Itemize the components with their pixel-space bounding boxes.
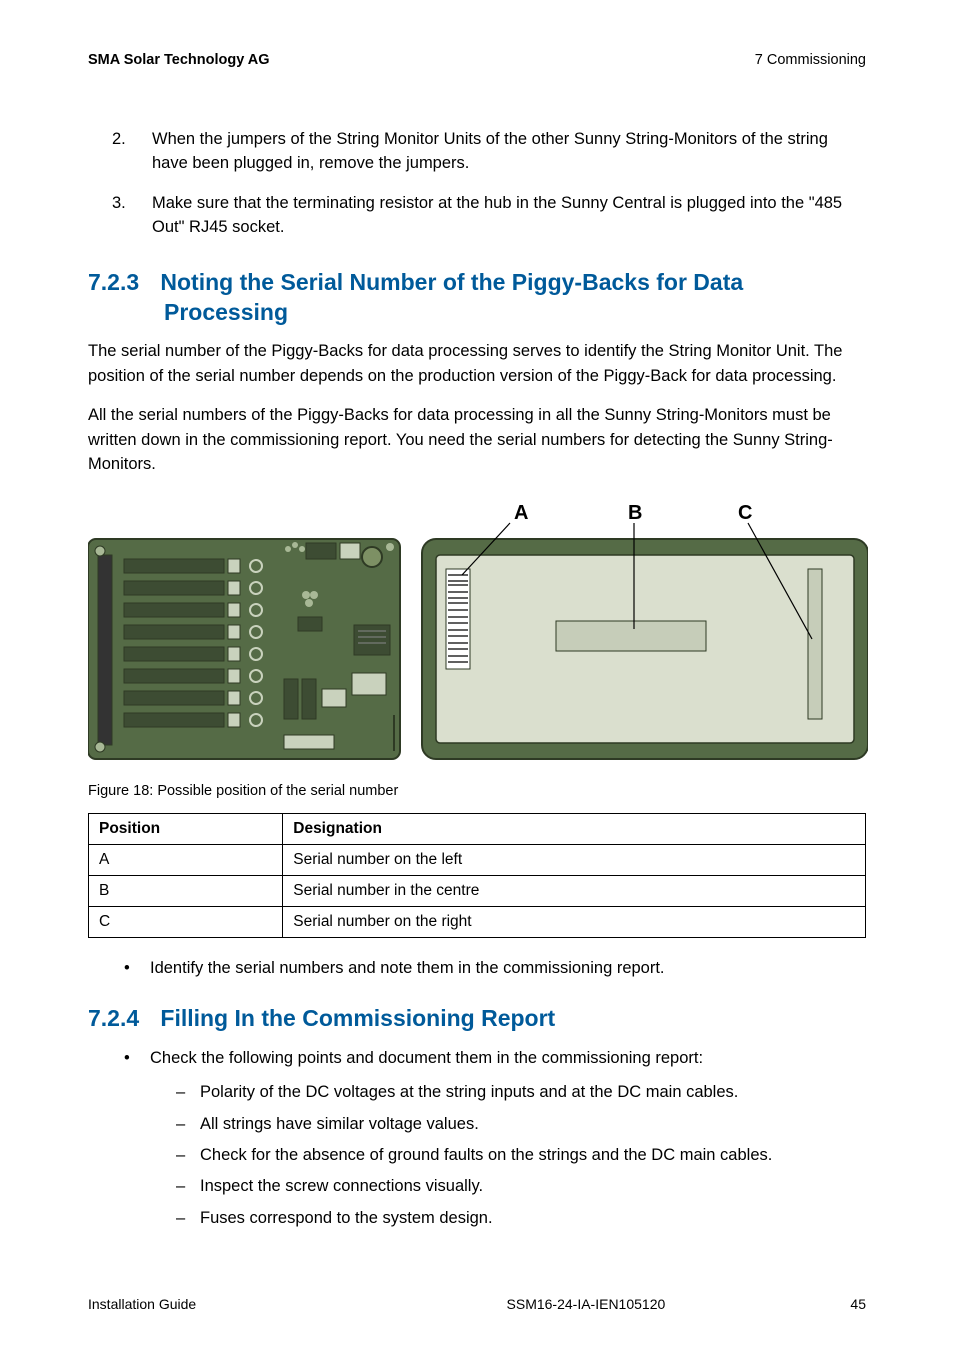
cell-designation: Serial number on the right [283, 907, 866, 938]
table-row: B Serial number in the centre [89, 876, 866, 907]
list-item: 2. When the jumpers of the String Monito… [112, 128, 866, 176]
table-row: A Serial number on the left [89, 845, 866, 876]
bullet-icon: • [124, 956, 150, 982]
cell-designation: Serial number in the centre [283, 876, 866, 907]
bullet-list: • Check the following points and documen… [124, 1046, 866, 1072]
col-header-position: Position [89, 814, 283, 845]
dash-item: – Fuses correspond to the system design. [176, 1205, 866, 1231]
dash-text: Polarity of the DC voltages at the strin… [200, 1079, 738, 1105]
footer-center: SSM16-24-IA-IEN105120 [507, 1296, 666, 1312]
section-title: Filling In the Commissioning Report [160, 1005, 555, 1031]
section-title-line2: Processing [88, 298, 288, 328]
dash-item: – Polarity of the DC voltages at the str… [176, 1079, 866, 1105]
position-table: Position Designation A Serial number on … [88, 813, 866, 938]
cell-position: A [89, 845, 283, 876]
section-number: 7.2.4 [88, 1004, 154, 1034]
dash-icon: – [176, 1111, 200, 1137]
dash-item: – All strings have similar voltage value… [176, 1111, 866, 1137]
col-header-designation: Designation [283, 814, 866, 845]
item-number: 3. [112, 192, 152, 240]
bullet-text: Identify the serial numbers and note the… [150, 956, 665, 982]
section-heading-724: 7.2.4 Filling In the Commissioning Repor… [88, 1004, 866, 1034]
cell-position: B [89, 876, 283, 907]
figure-label-a: A [514, 502, 528, 524]
item-text: Make sure that the terminating resistor … [152, 192, 866, 240]
figure-caption: Figure 18: Possible position of the seri… [88, 783, 866, 799]
page-footer: Installation Guide SSM16-24-IA-IEN105120… [88, 1296, 866, 1312]
paragraph: The serial number of the Piggy-Backs for… [88, 339, 866, 389]
dash-icon: – [176, 1142, 200, 1168]
dash-icon: – [176, 1079, 200, 1105]
section-heading-723: 7.2.3 Noting the Serial Number of the Pi… [88, 268, 866, 328]
dash-item: – Check for the absence of ground faults… [176, 1142, 866, 1168]
dash-icon: – [176, 1205, 200, 1231]
dash-icon: – [176, 1173, 200, 1199]
figure-label-b: B [628, 502, 642, 524]
header-section: 7 Commissioning [755, 52, 866, 68]
dash-text: Check for the absence of ground faults o… [200, 1142, 772, 1168]
bullet-icon: • [124, 1046, 150, 1072]
table-header-row: Position Designation [89, 814, 866, 845]
dash-list: – Polarity of the DC voltages at the str… [176, 1079, 866, 1231]
header-company: SMA Solar Technology AG [88, 52, 270, 68]
dash-item: – Inspect the screw connections visually… [176, 1173, 866, 1199]
bullet-text: Check the following points and document … [150, 1046, 703, 1072]
section-title-line1: Noting the Serial Number of the Piggy-Ba… [160, 269, 743, 295]
figure-label-c: C [738, 502, 752, 524]
paragraph: All the serial numbers of the Piggy-Back… [88, 403, 866, 477]
list-item: 3. Make sure that the terminating resist… [112, 192, 866, 240]
serial-number-position-diagram: A B C [88, 499, 868, 769]
dash-text: Fuses correspond to the system design. [200, 1205, 493, 1231]
dash-text: Inspect the screw connections visually. [200, 1173, 483, 1199]
item-number: 2. [112, 128, 152, 176]
footer-left: Installation Guide [88, 1296, 196, 1312]
table-row: C Serial number on the right [89, 907, 866, 938]
figure-18: A B C [88, 499, 866, 769]
footer-page-number: 45 [850, 1296, 866, 1312]
cell-position: C [89, 907, 283, 938]
section-number: 7.2.3 [88, 268, 154, 298]
numbered-list-continuing: 2. When the jumpers of the String Monito… [112, 128, 866, 240]
cell-designation: Serial number on the left [283, 845, 866, 876]
dash-text: All strings have similar voltage values. [200, 1111, 479, 1137]
bullet-item: • Check the following points and documen… [124, 1046, 866, 1072]
bullet-list: • Identify the serial numbers and note t… [124, 956, 866, 982]
item-text: When the jumpers of the String Monitor U… [152, 128, 866, 176]
page-header: SMA Solar Technology AG 7 Commissioning [88, 52, 866, 68]
bullet-item: • Identify the serial numbers and note t… [124, 956, 866, 982]
